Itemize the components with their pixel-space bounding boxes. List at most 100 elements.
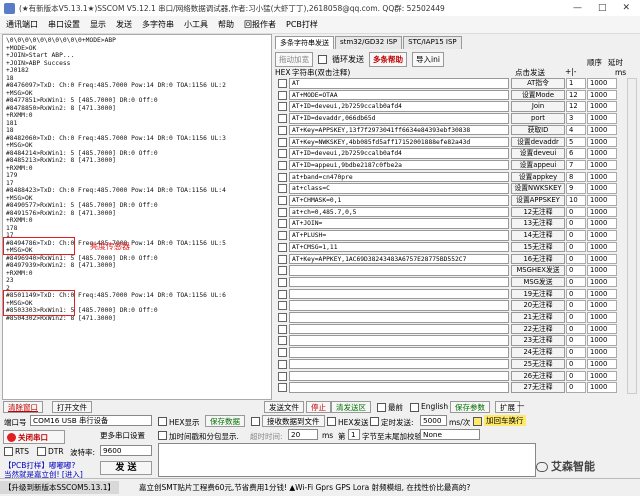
row-order-input[interactable]: 0	[566, 253, 586, 264]
timed-send-checkbox[interactable]	[370, 417, 379, 426]
multi-help-button[interactable]: 多条帮助	[369, 51, 407, 67]
row-order-input[interactable]: 0	[566, 312, 586, 323]
row-delay-input[interactable]: 1000	[587, 312, 617, 323]
interval-input[interactable]: 5000	[420, 415, 447, 426]
row-order-input[interactable]: 1	[566, 78, 586, 89]
row-send-button[interactable]: 25无注释	[511, 358, 565, 370]
row-hex-checkbox[interactable]	[278, 160, 287, 170]
row-send-button[interactable]: 设置appkey	[511, 171, 565, 183]
row-hex-checkbox[interactable]	[278, 90, 287, 100]
row-send-button[interactable]: port	[511, 113, 565, 124]
row-delay-input[interactable]: 1000	[587, 265, 617, 276]
row-delay-input[interactable]: 1000	[587, 113, 617, 124]
row-hex-checkbox[interactable]	[278, 231, 287, 241]
row-delay-input[interactable]: 1000	[587, 101, 617, 112]
row-delay-input[interactable]: 1000	[587, 347, 617, 358]
port-select[interactable]: COM16 USB 串行设备	[30, 415, 152, 426]
english-checkbox[interactable]	[410, 403, 419, 412]
row-delay-input[interactable]: 1000	[587, 370, 617, 381]
tab-stc-isp[interactable]: STC/IAP15 ISP	[403, 36, 462, 49]
receive-to-file-checkbox[interactable]	[251, 417, 260, 426]
row-hex-checkbox[interactable]	[278, 266, 287, 276]
row-send-button[interactable]: 22无注释	[511, 323, 565, 335]
hex-display-checkbox[interactable]	[158, 417, 167, 426]
row-send-button[interactable]: 设置deveui	[511, 148, 565, 159]
menu-item-multi-string[interactable]: 多字符串	[142, 19, 174, 30]
minimize-icon[interactable]: —	[573, 3, 582, 13]
row-delay-input[interactable]: 1000	[587, 195, 617, 206]
tab-multi-string[interactable]: 多条字符串发送	[275, 36, 334, 49]
add-remove-rows[interactable]: +|-	[565, 67, 577, 76]
row-send-button[interactable]: 20无注释	[511, 300, 565, 311]
row-order-input[interactable]: 0	[566, 288, 586, 300]
row-send-button[interactable]: 27无注释	[511, 382, 565, 393]
row-delay-input[interactable]: 1000	[587, 358, 617, 370]
row-order-input[interactable]: 0	[566, 218, 586, 229]
timeout-input[interactable]: 20	[288, 429, 318, 440]
row-string-input[interactable]: at+ch=0,485.7,0,5	[289, 206, 509, 218]
row-send-button[interactable]: AT指令	[511, 78, 565, 89]
row-string-input[interactable]	[289, 358, 509, 370]
row-delay-input[interactable]: 1000	[587, 276, 617, 288]
row-string-input[interactable]: AT+CMSG=1,11	[289, 241, 509, 253]
row-string-input[interactable]	[289, 382, 509, 393]
row-send-button[interactable]: 设置devaddr	[511, 136, 565, 147]
row-string-input[interactable]	[289, 312, 509, 323]
row-hex-checkbox[interactable]	[278, 102, 287, 112]
import-ini-button[interactable]: 导入ini	[412, 51, 444, 67]
dtr-checkbox[interactable]	[37, 447, 46, 456]
row-order-input[interactable]: 12	[566, 89, 586, 101]
row-order-input[interactable]: 0	[566, 358, 586, 370]
row-hex-checkbox[interactable]	[278, 125, 287, 135]
row-delay-input[interactable]: 1000	[587, 171, 617, 183]
row-string-input[interactable]	[289, 288, 509, 300]
row-string-input[interactable]: AT+Key=APPKEY,1AC69D38243483A6757E28775B…	[289, 253, 509, 264]
receive-to-file-button[interactable]: 接收数据到文件	[262, 415, 325, 427]
row-delay-input[interactable]: 1000	[587, 323, 617, 335]
row-hex-checkbox[interactable]	[278, 79, 287, 88]
send-file-button[interactable]: 发送文件	[264, 401, 304, 413]
row-hex-checkbox[interactable]	[278, 242, 287, 252]
rts-checkbox[interactable]	[4, 447, 13, 456]
row-order-input[interactable]: 6	[566, 148, 586, 159]
byte-index-input[interactable]: 1	[348, 429, 360, 440]
row-send-button[interactable]: 设置appeui	[511, 159, 565, 171]
row-hex-checkbox[interactable]	[278, 114, 287, 124]
crlf-checkbox[interactable]	[473, 417, 482, 426]
row-string-input[interactable]: AT+JOIN=	[289, 218, 509, 229]
row-hex-checkbox[interactable]	[278, 348, 287, 358]
row-order-input[interactable]: 5	[566, 136, 586, 147]
row-string-input[interactable]	[289, 370, 509, 381]
row-order-input[interactable]: 0	[566, 335, 586, 346]
string-list-scrollbar[interactable]	[627, 78, 637, 394]
row-order-input[interactable]: 12	[566, 101, 586, 112]
row-order-input[interactable]: 4	[566, 124, 586, 136]
row-string-input[interactable]	[289, 265, 509, 276]
row-send-button[interactable]: 23无注释	[511, 335, 565, 346]
row-order-input[interactable]: 9	[566, 183, 586, 194]
row-hex-checkbox[interactable]	[278, 359, 287, 369]
row-string-input[interactable]: AT+ID=deveui,2b7259ccalb0afd4	[289, 148, 509, 159]
send-button[interactable]: 发 送	[100, 461, 152, 475]
menu-item-port[interactable]: 通讯端口	[6, 19, 38, 30]
row-delay-input[interactable]: 1000	[587, 124, 617, 136]
clear-window-button[interactable]: 清除窗口	[3, 401, 43, 413]
row-hex-checkbox[interactable]	[278, 172, 287, 182]
row-string-input[interactable]: AT+ID=devaddr,066db65d	[289, 113, 509, 124]
row-send-button[interactable]: 设置Mode	[511, 89, 565, 101]
send-text-area[interactable]	[158, 443, 536, 477]
row-order-input[interactable]: 10	[566, 195, 586, 206]
row-hex-checkbox[interactable]	[278, 207, 287, 217]
row-delay-input[interactable]: 1000	[587, 78, 617, 89]
row-order-input[interactable]: 0	[566, 241, 586, 253]
menu-item-pcb[interactable]: PCB打样	[286, 19, 318, 30]
row-order-input[interactable]: 0	[566, 370, 586, 381]
close-icon[interactable]: ✕	[622, 3, 630, 13]
row-string-input[interactable]: AT+Key=APPSKEY,13f7f2973041ff6634e84393e…	[289, 124, 509, 136]
row-send-button[interactable]: 19无注释	[511, 288, 565, 300]
row-send-button[interactable]: 设置NWKSKEY	[511, 183, 565, 194]
row-hex-checkbox[interactable]	[278, 289, 287, 299]
row-send-button[interactable]: MSG发送	[511, 276, 565, 288]
row-hex-checkbox[interactable]	[278, 137, 287, 147]
row-send-button[interactable]: 12无注释	[511, 206, 565, 218]
